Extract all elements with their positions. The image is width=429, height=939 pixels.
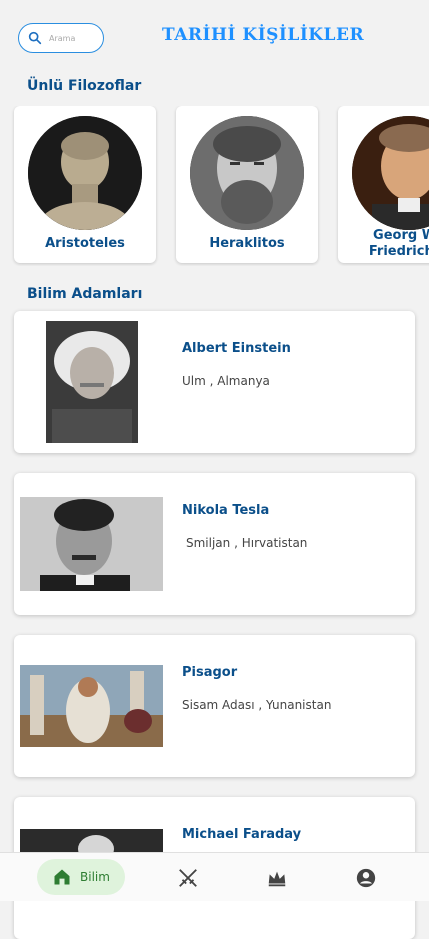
scientist-photo	[20, 665, 163, 747]
nav-bilim-label: Bilim	[80, 870, 110, 884]
scientist-card-tesla[interactable]: Nikola Tesla Smiljan , Hırvatistan	[14, 473, 415, 615]
scientist-card-pisagor[interactable]: Pisagor Sisam Adası , Yunanistan	[14, 635, 415, 777]
scientists-section-title: Bilim Adamları	[27, 286, 143, 302]
philosopher-card-heraklitos[interactable]: Heraklitos	[176, 106, 318, 263]
app-title: TARİHİ KİŞİLİKLER	[162, 25, 365, 45]
scientist-birthplace: Smiljan , Hırvatistan	[186, 536, 308, 550]
search-icon	[28, 31, 42, 45]
nav-bilim-tab[interactable]: Bilim	[37, 859, 125, 895]
search-input[interactable]	[47, 32, 101, 44]
scientist-name: Michael Faraday	[182, 827, 302, 842]
scientist-card-einstein[interactable]: Albert Einstein Ulm , Almanya	[14, 311, 415, 453]
scientist-birthplace: Ulm , Almanya	[182, 374, 270, 388]
scientist-photo	[20, 497, 163, 591]
philosopher-name: Georg Wil Friedrich H	[368, 228, 429, 259]
scientist-birthplace: Sisam Adası , Yunanistan	[182, 698, 332, 712]
philosopher-portrait	[28, 116, 142, 230]
philosophers-carousel[interactable]: Aristoteles Heraklitos Georg Wil	[0, 106, 429, 266]
scientist-name: Albert Einstein	[182, 341, 291, 356]
app-header: TARİHİ KİŞİLİKLER	[0, 0, 429, 78]
crown-icon[interactable]	[266, 867, 288, 889]
search-box[interactable]	[18, 23, 104, 53]
philosopher-name: Aristoteles	[45, 236, 125, 251]
philosopher-portrait	[352, 116, 429, 230]
home-icon	[54, 869, 70, 885]
philosophers-section-title: Ünlü Filozoflar	[27, 78, 142, 94]
swords-icon[interactable]	[177, 867, 199, 889]
scientist-name: Pisagor	[182, 665, 238, 680]
account-icon[interactable]	[355, 867, 377, 889]
philosopher-name: Heraklitos	[209, 236, 285, 251]
philosopher-card-aristoteles[interactable]: Aristoteles	[14, 106, 156, 263]
bottom-navigation: Bilim	[0, 852, 429, 901]
scientist-photo	[46, 321, 138, 443]
scientist-name: Nikola Tesla	[182, 503, 270, 518]
philosopher-portrait	[190, 116, 304, 230]
philosopher-card-hegel[interactable]: Georg Wil Friedrich H	[338, 106, 429, 263]
